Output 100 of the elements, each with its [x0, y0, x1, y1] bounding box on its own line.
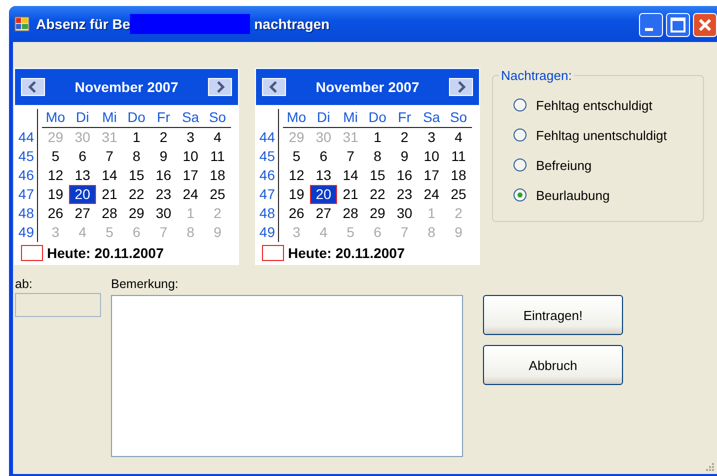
- calendar-day[interactable]: 24: [418, 185, 445, 204]
- weekday-label: Sa: [177, 109, 204, 128]
- calendar-day[interactable]: 11: [204, 147, 231, 166]
- window-title: Absenz für Be: [36, 16, 130, 32]
- calendar-day[interactable]: 15: [364, 166, 391, 185]
- weekday-label: Fr: [391, 109, 418, 128]
- calendar-day[interactable]: 10: [418, 147, 445, 166]
- calendar-day[interactable]: 3: [418, 128, 445, 147]
- weekday-label: So: [204, 109, 231, 128]
- calendar-day[interactable]: 22: [364, 185, 391, 204]
- calendar-day[interactable]: 20: [310, 185, 337, 204]
- calendar-day[interactable]: 13: [69, 166, 96, 185]
- calendar-day[interactable]: 11: [445, 147, 472, 166]
- calendar-day[interactable]: 19: [42, 185, 69, 204]
- week-number: 44: [258, 128, 279, 147]
- calendar-day[interactable]: 21: [337, 185, 364, 204]
- calendar-day[interactable]: 3: [177, 128, 204, 147]
- weekday-label: So: [445, 109, 472, 128]
- calendar-day[interactable]: 8: [364, 147, 391, 166]
- calendar-day[interactable]: 6: [310, 147, 337, 166]
- calendar-day[interactable]: 22: [123, 185, 150, 204]
- calendar-day[interactable]: 18: [204, 166, 231, 185]
- calendar-day[interactable]: 14: [96, 166, 123, 185]
- week-number: 47: [17, 185, 38, 204]
- calendar-day[interactable]: 14: [337, 166, 364, 185]
- submit-button[interactable]: Eintragen!: [483, 295, 623, 335]
- month-title: November 2007: [74, 79, 178, 95]
- calendar-day[interactable]: 16: [391, 166, 418, 185]
- calendar-day[interactable]: 27: [69, 204, 96, 223]
- radio-label[interactable]: Fehltag unentschuldigt: [536, 128, 667, 142]
- calendar-day[interactable]: 2: [391, 128, 418, 147]
- calendar-day[interactable]: 12: [283, 166, 310, 185]
- calendar-day[interactable]: 12: [42, 166, 69, 185]
- week-number: 45: [17, 147, 38, 166]
- calendar-day[interactable]: 26: [283, 204, 310, 223]
- calendar-day[interactable]: 8: [123, 147, 150, 166]
- calendar-day[interactable]: 25: [445, 185, 472, 204]
- from-label: ab:: [15, 277, 34, 293]
- calendar-day[interactable]: 27: [310, 204, 337, 223]
- week-number: 49: [258, 223, 279, 242]
- calendar-day[interactable]: 18: [445, 166, 472, 185]
- weekday-label: Mo: [283, 109, 310, 128]
- weekday-label: Do: [123, 109, 150, 128]
- calendar-day[interactable]: 15: [123, 166, 150, 185]
- calendar-day[interactable]: 16: [150, 166, 177, 185]
- today-link[interactable]: Heute: 20.11.2007: [47, 245, 164, 261]
- week-number: 47: [258, 185, 279, 204]
- calendar-day[interactable]: 29: [364, 204, 391, 223]
- calendar-day[interactable]: 5: [283, 147, 310, 166]
- week-number: 44: [17, 128, 38, 147]
- window-title: nachtragen: [254, 16, 330, 32]
- calendar-day[interactable]: 23: [150, 185, 177, 204]
- radio-label[interactable]: Befreiung: [536, 158, 592, 172]
- radio-label[interactable]: Beurlaubung: [536, 188, 610, 202]
- calendar-day[interactable]: 1: [123, 128, 150, 147]
- calendar-day[interactable]: 19: [283, 185, 310, 204]
- weekday-label: Mi: [337, 109, 364, 128]
- calendar-day[interactable]: 9: [150, 147, 177, 166]
- calendar-day[interactable]: 4: [204, 128, 231, 147]
- calendar-day[interactable]: 13: [310, 166, 337, 185]
- weekday-label: Mi: [96, 109, 123, 128]
- weekday-label: Do: [364, 109, 391, 128]
- radio-label[interactable]: Fehltag entschuldigt: [536, 98, 652, 112]
- calendar-day[interactable]: 1: [364, 128, 391, 147]
- calendar-day[interactable]: 29: [123, 204, 150, 223]
- remark-label: Bemerkung:: [111, 277, 180, 293]
- weekday-label: Fr: [150, 109, 177, 128]
- calendar-day[interactable]: 5: [42, 147, 69, 166]
- calendar-day[interactable]: 26: [42, 204, 69, 223]
- month-title: November 2007: [316, 79, 420, 95]
- group-title: Nachtragen:: [500, 68, 573, 83]
- calendar-day[interactable]: 25: [204, 185, 231, 204]
- calendar-day[interactable]: 7: [96, 147, 123, 166]
- weekday-label: Di: [69, 109, 96, 128]
- calendar-day[interactable]: 30: [391, 204, 418, 223]
- week-number: 48: [17, 204, 38, 223]
- calendar-day[interactable]: 17: [177, 166, 204, 185]
- calendar-day[interactable]: 7: [337, 147, 364, 166]
- week-number: 48: [258, 204, 279, 223]
- calendar-day[interactable]: 23: [391, 185, 418, 204]
- calendar-day[interactable]: 28: [96, 204, 123, 223]
- today-link[interactable]: Heute: 20.11.2007: [288, 245, 405, 261]
- calendar-day[interactable]: 20: [69, 185, 96, 204]
- week-number: 46: [258, 166, 279, 185]
- calendar-day[interactable]: 30: [150, 204, 177, 223]
- calendar-day[interactable]: 4: [445, 128, 472, 147]
- calendar-day[interactable]: 21: [96, 185, 123, 204]
- calendar-day[interactable]: 17: [418, 166, 445, 185]
- week-number: 49: [17, 223, 38, 242]
- calendar-day[interactable]: 6: [69, 147, 96, 166]
- calendar-day[interactable]: 28: [337, 204, 364, 223]
- calendar-day[interactable]: 10: [177, 147, 204, 166]
- week-number: 46: [17, 166, 38, 185]
- calendar-day[interactable]: 9: [391, 147, 418, 166]
- calendar-day[interactable]: 2: [150, 128, 177, 147]
- week-number: 45: [258, 147, 279, 166]
- cancel-button[interactable]: Abbruch: [483, 345, 623, 385]
- weekday-label: Sa: [418, 109, 445, 128]
- calendar-day[interactable]: 24: [177, 185, 204, 204]
- weekday-label: Di: [310, 109, 337, 128]
